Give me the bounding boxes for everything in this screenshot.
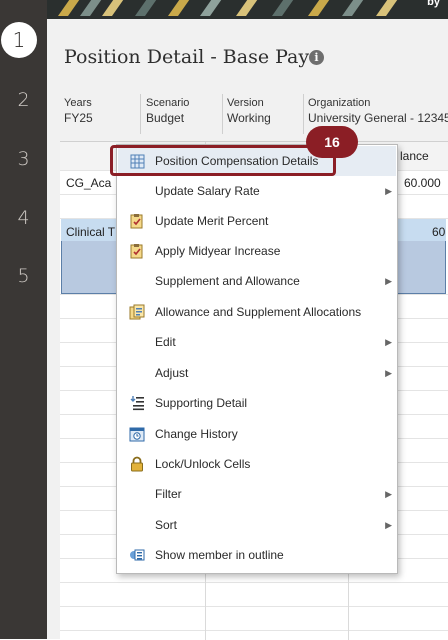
grid-cell-value[interactable]: 60 xyxy=(432,225,445,239)
pov-version[interactable]: Version Working xyxy=(223,94,304,134)
submenu-arrow-icon: ▶ xyxy=(385,367,392,378)
menu-item-label: Filter xyxy=(155,487,182,501)
menu-item-label: Apply Midyear Increase xyxy=(155,244,281,258)
pov-label: Scenario xyxy=(146,97,190,109)
pov-value: FY25 xyxy=(64,111,93,125)
user-label: by xyxy=(427,0,440,8)
menu-item-update-merit-percent[interactable]: Update Merit Percent xyxy=(118,206,396,236)
step-3[interactable]: 3 xyxy=(0,139,47,179)
menu-item-show-member-in-outline[interactable]: Show member in outline xyxy=(118,540,396,570)
header-banner: by xyxy=(47,0,448,19)
clipboard-check-icon xyxy=(129,213,145,229)
outline-icon xyxy=(129,547,145,563)
column-header-partial: lance xyxy=(400,149,429,163)
menu-item-edit[interactable]: Edit ▶ xyxy=(118,327,396,357)
menu-item-adjust[interactable]: Adjust ▶ xyxy=(118,358,396,388)
pov-value: Budget xyxy=(146,111,185,125)
pov-label: Version xyxy=(227,97,264,109)
menu-item-label: Allowance and Supplement Allocations xyxy=(155,305,362,319)
submenu-arrow-icon: ▶ xyxy=(385,488,392,499)
menu-item-supplement-and-allowance[interactable]: Supplement and Allowance ▶ xyxy=(118,266,396,296)
step-5[interactable]: 5 xyxy=(0,256,47,296)
step-number-badge: 16 xyxy=(306,126,358,158)
callout-highlight-box xyxy=(110,145,336,176)
menu-item-label: Lock/Unlock Cells xyxy=(155,457,251,471)
menu-item-label: Change History xyxy=(155,427,238,441)
menu-item-label: Update Salary Rate xyxy=(155,184,260,198)
pov-value: Working xyxy=(227,111,271,125)
menu-item-label: Show member in outline xyxy=(155,548,284,562)
lock-icon xyxy=(129,456,145,472)
menu-item-change-history[interactable]: Change History xyxy=(118,419,396,449)
menu-item-update-salary-rate[interactable]: Update Salary Rate ▶ xyxy=(118,176,396,206)
info-icon[interactable]: i xyxy=(309,50,324,65)
menu-item-apply-midyear-increase[interactable]: Apply Midyear Increase xyxy=(118,236,396,266)
menu-item-label: Sort xyxy=(155,518,178,532)
step-1[interactable]: 1 xyxy=(1,22,37,58)
menu-item-filter[interactable]: Filter ▶ xyxy=(118,479,396,509)
menu-item-sort[interactable]: Sort ▶ xyxy=(118,510,396,540)
submenu-arrow-icon: ▶ xyxy=(385,185,392,196)
pov-label: Organization xyxy=(308,97,371,109)
row-header-clinical[interactable]: Clinical T xyxy=(66,225,115,239)
pov-label: Years xyxy=(64,97,92,109)
grid-cell-value[interactable]: 60.000 xyxy=(404,176,441,190)
context-menu: Position Compensation Details Update Sal… xyxy=(116,144,398,574)
menu-item-label: Supplement and Allowance xyxy=(155,274,300,288)
menu-item-supporting-detail[interactable]: Supporting Detail xyxy=(118,388,396,418)
menu-item-label: Adjust xyxy=(155,366,189,380)
pov-years[interactable]: Years FY25 xyxy=(60,94,141,134)
pov-scenario[interactable]: Scenario Budget xyxy=(142,94,223,134)
submenu-arrow-icon: ▶ xyxy=(385,336,392,347)
menu-item-label: Update Merit Percent xyxy=(155,214,269,228)
step-4[interactable]: 4 xyxy=(0,198,47,238)
step-rail: 1 2 3 4 5 xyxy=(0,0,47,639)
menu-item-label: Edit xyxy=(155,335,176,349)
step-2[interactable]: 2 xyxy=(0,80,47,120)
menu-item-lock-unlock-cells[interactable]: Lock/Unlock Cells xyxy=(118,449,396,479)
change-history-icon xyxy=(129,426,145,442)
row-header-cg[interactable]: CG_Aca xyxy=(66,176,111,190)
menu-item-label: Supporting Detail xyxy=(155,396,248,410)
submenu-arrow-icon: ▶ xyxy=(385,275,392,286)
supporting-detail-icon xyxy=(129,395,145,411)
clipboard-stack-icon xyxy=(129,304,145,320)
pov-value: University General - 12345 xyxy=(308,111,448,125)
clipboard-check-icon xyxy=(129,243,145,259)
menu-item-allowance-and-supplement-allocations[interactable]: Allowance and Supplement Allocations xyxy=(118,297,396,327)
page-title: Position Detail - Base Pay xyxy=(64,46,310,68)
submenu-arrow-icon: ▶ xyxy=(385,519,392,530)
